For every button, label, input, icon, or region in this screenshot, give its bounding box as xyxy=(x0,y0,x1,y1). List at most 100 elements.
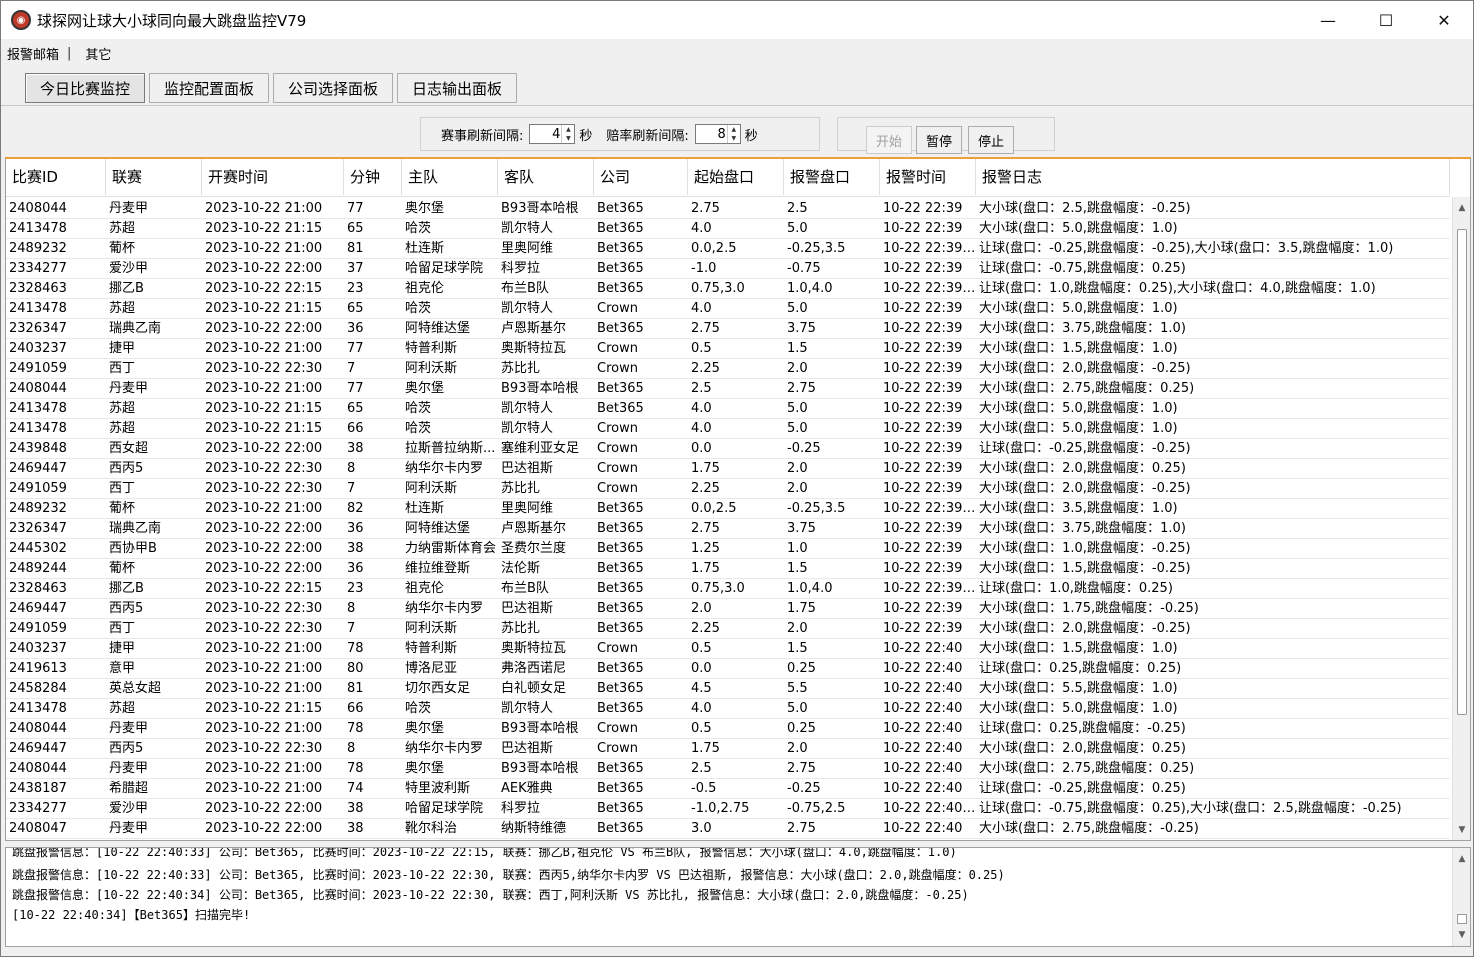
table-row[interactable]: 2489232 葡杯 2023-10-22 21:00 82 杜连斯 里奥阿维 Bet365… xyxy=(6,499,1450,519)
table-row[interactable]: 2469447 西丙5 2023-10-22 22:30 8 纳华尔卡内罗 巴达祖斯 Cro… xyxy=(6,739,1450,759)
table-row[interactable]: 2489244 葡杯 2023-10-22 22:00 36 维拉维登斯 法伦斯 Bet36… xyxy=(6,559,1450,579)
scroll-down-icon[interactable]: ▼ xyxy=(1453,821,1470,839)
header-col-league[interactable]: 联赛 xyxy=(106,159,202,195)
table-row[interactable]: 2326347 瑞典乙南 2023-10-22 22:00 36 阿特维达堡 卢恩斯基尔 B… xyxy=(6,319,1450,339)
cell-col-alarm-line: 2.75 xyxy=(787,381,816,396)
cell-col-alarm-time: 10-22 22:39 xyxy=(883,441,963,456)
cell-col-league: 丹麦甲 xyxy=(109,761,149,776)
table-row[interactable]: 2413478 苏超 2023-10-22 21:15 66 哈茨 凯尔特人 Crown 4.… xyxy=(6,419,1450,439)
table-row[interactable]: 2445302 西协甲B 2023-10-22 22:00 38 力纳雷斯体育会 圣费尔兰… xyxy=(6,539,1450,559)
table-row[interactable]: 2413478 苏超 2023-10-22 21:15 65 哈茨 凯尔特人 Bet365 4… xyxy=(6,399,1450,419)
grid-body[interactable]: 2408044 丹麦甲 2023-10-22 21:00 77 奥尔堡 B93哥本哈根 Be… xyxy=(6,199,1450,840)
table-row[interactable]: 2491059 西丁 2023-10-22 22:30 7 阿利沃斯 苏比扎 Crown 2.… xyxy=(6,359,1450,379)
cell-col-kickoff: 2023-10-22 22:30 xyxy=(205,361,323,376)
odds-refresh-stepper[interactable]: 8 ▲ ▼ xyxy=(694,124,741,144)
scroll-up-icon[interactable]: ▲ xyxy=(1453,850,1470,868)
cell-col-home: 奥尔堡 xyxy=(405,721,445,736)
odds-refresh-spin-buttons[interactable]: ▲ ▼ xyxy=(726,125,740,143)
log-scroll-thumb[interactable] xyxy=(1457,914,1467,924)
header-col-start-line[interactable]: 起始盘口 xyxy=(688,159,784,195)
header-col-away[interactable]: 客队 xyxy=(498,159,594,195)
table-row[interactable]: 2491059 西丁 2023-10-22 22:30 7 阿利沃斯 苏比扎 Bet365 2… xyxy=(6,619,1450,639)
table-row[interactable]: 2439848 西女超 2023-10-22 22:00 38 拉斯普拉纳斯... 塞维利… xyxy=(6,439,1450,459)
tab-today-monitor[interactable]: 今日比赛监控 xyxy=(25,73,146,103)
table-row[interactable]: 2408047 丹麦甲 2023-10-22 22:00 38 靴尔科治 纳斯特维德 Bet… xyxy=(6,819,1450,839)
event-refresh-stepper[interactable]: 4 ▲ ▼ xyxy=(529,124,576,144)
table-row[interactable]: 2438187 希腊超 2023-10-22 21:00 74 特里波利斯 AEK雅典 Be… xyxy=(6,779,1450,799)
header-col-company[interactable]: 公司 xyxy=(594,159,688,195)
cell-col-alarm-line: 2.0 xyxy=(787,461,808,476)
table-row[interactable]: 2328463 挪乙B 2023-10-22 22:15 23 祖克伦 布兰B队 Bet36… xyxy=(6,579,1450,599)
log-vertical-scrollbar[interactable]: ▲ ▼ xyxy=(1452,848,1470,946)
grid-vertical-scrollbar[interactable]: ▲ ▼ xyxy=(1452,197,1470,840)
match-alarm-grid[interactable]: 比赛ID 联赛 开赛时间 分钟 主队 客队 公司 起始盘口 报警盘口 报警时间 报警日志 24080… xyxy=(5,157,1471,841)
cell-col-company: Bet365 xyxy=(597,261,644,276)
table-row[interactable]: 2326347 瑞典乙南 2023-10-22 22:00 36 阿特维达堡 卢恩斯基尔 B… xyxy=(6,519,1450,539)
cell-col-home: 哈茨 xyxy=(405,301,432,316)
cell-col-start-line: 3.0 xyxy=(691,821,712,836)
scroll-up-icon[interactable]: ▲ xyxy=(1453,199,1470,217)
cell-col-alarm-time: 10-22 22:39,... xyxy=(883,241,976,256)
table-row[interactable]: 2413478 苏超 2023-10-22 21:15 65 哈茨 凯尔特人 Crown 4.… xyxy=(6,299,1450,319)
cell-col-match-id: 2489244 xyxy=(9,561,67,576)
table-row[interactable]: 2469447 西丙5 2023-10-22 22:30 8 纳华尔卡内罗 巴达祖斯 Bet… xyxy=(6,599,1450,619)
cell-col-kickoff: 2023-10-22 21:00 xyxy=(205,241,323,256)
cell-col-match-id: 2469447 xyxy=(9,601,67,616)
table-row[interactable]: 2413478 苏超 2023-10-22 21:15 66 哈茨 凯尔特人 Bet365 4… xyxy=(6,699,1450,719)
menu-alarm-email[interactable]: 报警邮箱 xyxy=(7,44,59,63)
cell-col-minute: 77 xyxy=(347,381,364,396)
table-row[interactable]: 2413478 苏超 2023-10-22 21:15 65 哈茨 凯尔特人 Bet365 4… xyxy=(6,219,1450,239)
cell-col-alarm-time: 10-22 22:40 xyxy=(883,681,963,696)
maximize-button[interactable]: ☐ xyxy=(1357,1,1415,39)
tab-monitor-config[interactable]: 监控配置面板 xyxy=(149,73,270,103)
table-row[interactable]: 2489232 葡杯 2023-10-22 21:00 81 杜连斯 里奥阿维 Bet365… xyxy=(6,239,1450,259)
header-col-alarm-log[interactable]: 报警日志 xyxy=(976,159,1450,195)
cell-col-start-line: 1.75 xyxy=(691,741,720,756)
cell-col-company: Bet365 xyxy=(597,701,644,716)
table-row[interactable]: 2408044 丹麦甲 2023-10-22 21:00 78 奥尔堡 B93哥本哈根 Cr… xyxy=(6,719,1450,739)
table-row[interactable]: 2408044 丹麦甲 2023-10-22 21:00 77 奥尔堡 B93哥本哈根 Be… xyxy=(6,379,1450,399)
spin-up-icon[interactable]: ▲ xyxy=(562,125,574,134)
header-col-alarm-time[interactable]: 报警时间 xyxy=(880,159,976,195)
spin-down-icon[interactable]: ▼ xyxy=(562,134,574,143)
tab-log-output[interactable]: 日志输出面板 xyxy=(397,73,518,103)
header-col-kickoff[interactable]: 开赛时间 xyxy=(202,159,344,195)
log-line: 跳盘报警信息：[10-22 22:40:33] 公司：Bet365, 比赛时间：… xyxy=(12,847,957,859)
app-window: ◉ 球探网让球大小球同向最大跳盘监控V79 — ☐ ✕ 报警邮箱 | 其它 今日… xyxy=(0,0,1474,957)
table-row[interactable]: 2334277 爱沙甲 2023-10-22 22:00 38 哈留足球学院 科罗拉 Bet… xyxy=(6,799,1450,819)
cell-col-minute: 80 xyxy=(347,661,364,676)
table-row[interactable]: 2408044 丹麦甲 2023-10-22 21:00 77 奥尔堡 B93哥本哈根 Be… xyxy=(6,199,1450,219)
cell-col-kickoff: 2023-10-22 22:30 xyxy=(205,621,323,636)
cell-col-company: Bet365 xyxy=(597,521,644,536)
cell-col-company: Crown xyxy=(597,721,638,736)
menu-other[interactable]: 其它 xyxy=(85,44,111,63)
stop-button[interactable]: 停止 xyxy=(968,126,1014,154)
tab-company-select[interactable]: 公司选择面板 xyxy=(273,73,394,103)
header-col-minute[interactable]: 分钟 xyxy=(344,159,402,195)
cell-col-alarm-line: -0.25 xyxy=(787,441,821,456)
header-col-match-id[interactable]: 比赛ID xyxy=(6,159,106,195)
spin-up-icon[interactable]: ▲ xyxy=(728,125,740,134)
title-bar[interactable]: ◉ 球探网让球大小球同向最大跳盘监控V79 — ☐ ✕ xyxy=(1,1,1473,39)
minimize-button[interactable]: — xyxy=(1299,1,1357,39)
scroll-down-icon[interactable]: ▼ xyxy=(1453,926,1470,944)
header-col-alarm-line[interactable]: 报警盘口 xyxy=(784,159,880,195)
table-row[interactable]: 2328463 挪乙B 2023-10-22 22:15 23 祖克伦 布兰B队 Bet36… xyxy=(6,279,1450,299)
close-button[interactable]: ✕ xyxy=(1415,1,1473,39)
table-row[interactable]: 2408044 丹麦甲 2023-10-22 21:00 78 奥尔堡 B93哥本哈根 Be… xyxy=(6,759,1450,779)
grid-scroll-thumb[interactable] xyxy=(1457,229,1467,715)
cell-col-league: 捷甲 xyxy=(109,341,136,356)
event-refresh-spin-buttons[interactable]: ▲ ▼ xyxy=(561,125,574,143)
table-row[interactable]: 2403237 捷甲 2023-10-22 21:00 78 特普利斯 奥斯特拉瓦 Crow… xyxy=(6,639,1450,659)
start-button[interactable]: 开始 xyxy=(866,126,912,154)
table-row[interactable]: 2469447 西丙5 2023-10-22 22:30 8 纳华尔卡内罗 巴达祖斯 Cro… xyxy=(6,459,1450,479)
table-row[interactable]: 2419613 意甲 2023-10-22 21:00 80 博洛尼亚 弗洛西诺尼 Bet3… xyxy=(6,659,1450,679)
table-row[interactable]: 2403237 捷甲 2023-10-22 21:00 77 特普利斯 奥斯特拉瓦 Crow… xyxy=(6,339,1450,359)
pause-button[interactable]: 暂停 xyxy=(916,126,962,154)
table-row[interactable]: 2491059 西丁 2023-10-22 22:30 7 阿利沃斯 苏比扎 Crown 2.… xyxy=(6,479,1450,499)
spin-down-icon[interactable]: ▼ xyxy=(728,134,740,143)
table-row[interactable]: 2458284 英总女超 2023-10-22 21:00 81 切尔西女足 白礼顿女足 B… xyxy=(6,679,1450,699)
table-row[interactable]: 2334277 爱沙甲 2023-10-22 22:00 37 哈留足球学院 科罗拉 Bet… xyxy=(6,259,1450,279)
header-col-home[interactable]: 主队 xyxy=(402,159,498,195)
log-output-panel[interactable]: 跳盘报警信息：[10-22 22:40:33] 公司：Bet365, 比赛时间：… xyxy=(5,847,1471,947)
